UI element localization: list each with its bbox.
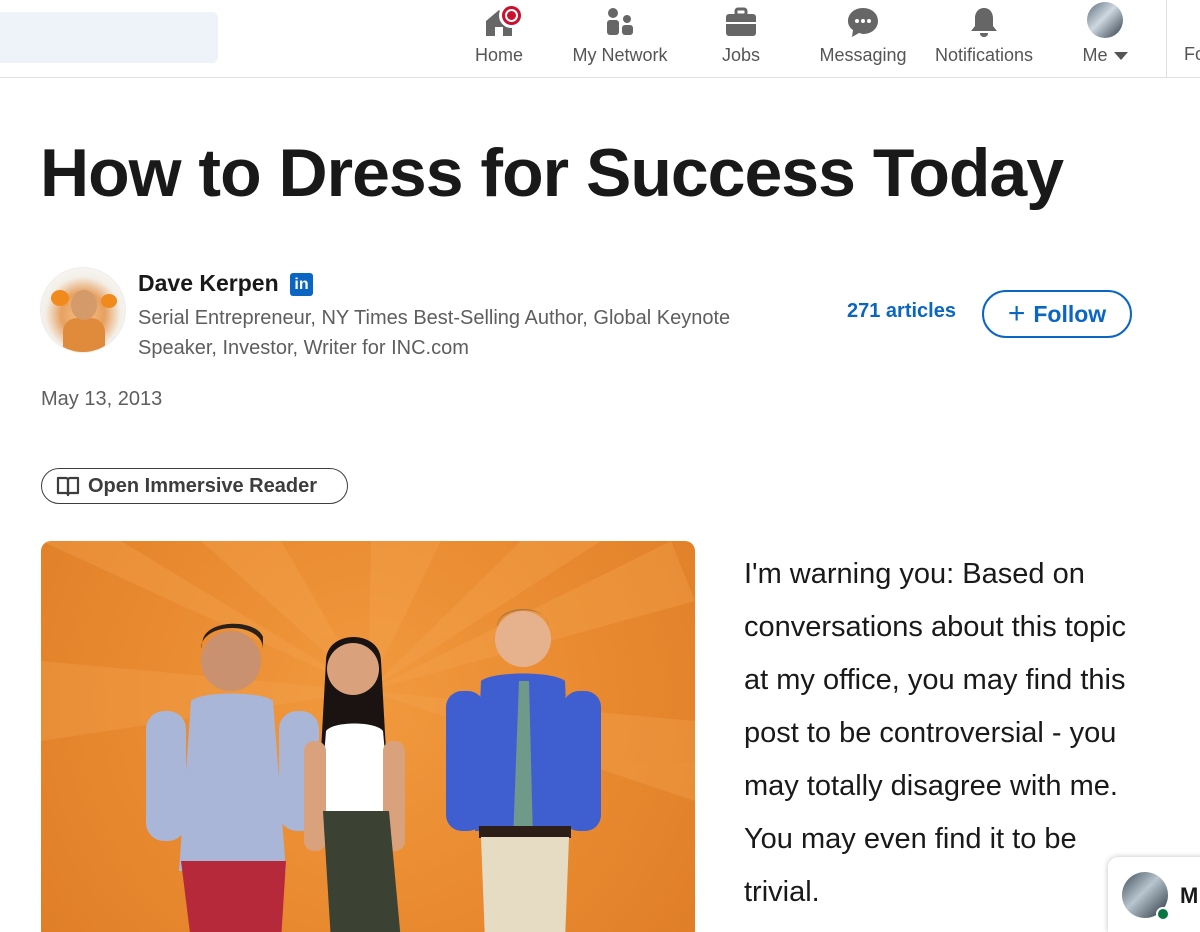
hero-person-left: [146, 623, 319, 932]
linkedin-icon: in: [290, 273, 313, 296]
book-icon: [56, 476, 80, 497]
nav-messaging-label: Messaging: [819, 45, 907, 65]
follow-button-label: Follow: [1033, 300, 1107, 327]
nav-messaging[interactable]: Messaging: [808, 0, 918, 78]
nav-my-network-label: My Network: [572, 45, 668, 65]
nav-divider: [1166, 0, 1167, 78]
author-name[interactable]: Dave Kerpen: [138, 270, 279, 297]
profile-avatar: [1087, 2, 1123, 38]
follow-button[interactable]: + Follow: [982, 290, 1132, 338]
author-headline: Serial Entrepreneur, NY Times Best-Selli…: [138, 307, 731, 359]
network-icon: [607, 8, 633, 35]
notifications-icon: [971, 8, 997, 37]
messaging-icon: [848, 8, 878, 37]
nav-jobs[interactable]: Jobs: [686, 0, 796, 78]
article-title: How to Dress for Success Today: [40, 135, 1064, 211]
article-hero-image: [41, 541, 695, 932]
nav-notifications-label: Notifications: [934, 45, 1034, 65]
avatar-figure-body: [63, 318, 105, 352]
author-avatar[interactable]: [40, 267, 126, 353]
immersive-reader-label: Open Immersive Reader: [88, 474, 317, 497]
chevron-down-icon: [1113, 52, 1128, 61]
top-navigation-bar: Home My Network Jobs Messaging Notificat…: [0, 0, 1200, 78]
avatar-decoration: [51, 290, 69, 306]
publish-date: May 13, 2013: [41, 388, 163, 410]
nav-me-label: Me: [1082, 45, 1108, 65]
hero-illustration: [41, 541, 695, 932]
nav-notifications[interactable]: Notifications: [929, 0, 1039, 78]
messaging-dock-label: M: [1180, 883, 1199, 908]
avatar-decoration: [101, 294, 117, 308]
nav-home-label: Home: [474, 45, 523, 65]
online-status-indicator: [1156, 907, 1170, 921]
article-body-paragraph: I'm warning you: Based on conversations …: [744, 558, 1127, 908]
search-input[interactable]: [0, 12, 218, 63]
avatar-figure-face: [71, 290, 97, 320]
plus-icon: +: [1007, 297, 1026, 330]
messaging-dock[interactable]: M: [1108, 857, 1200, 932]
notification-badge: [499, 3, 524, 28]
nav-me-wrap: Me: [1082, 45, 1128, 66]
immersive-reader-button[interactable]: Open Immersive Reader: [41, 468, 348, 504]
nav-my-network[interactable]: My Network: [565, 0, 675, 78]
jobs-icon: [726, 7, 756, 36]
nav-me[interactable]: Me: [1050, 0, 1160, 78]
nav-home[interactable]: Home: [444, 0, 554, 78]
nav-for-business[interactable]: Fo: [1184, 44, 1200, 65]
articles-count-link[interactable]: 271 articles: [847, 300, 956, 323]
nav-jobs-label: Jobs: [721, 45, 761, 65]
